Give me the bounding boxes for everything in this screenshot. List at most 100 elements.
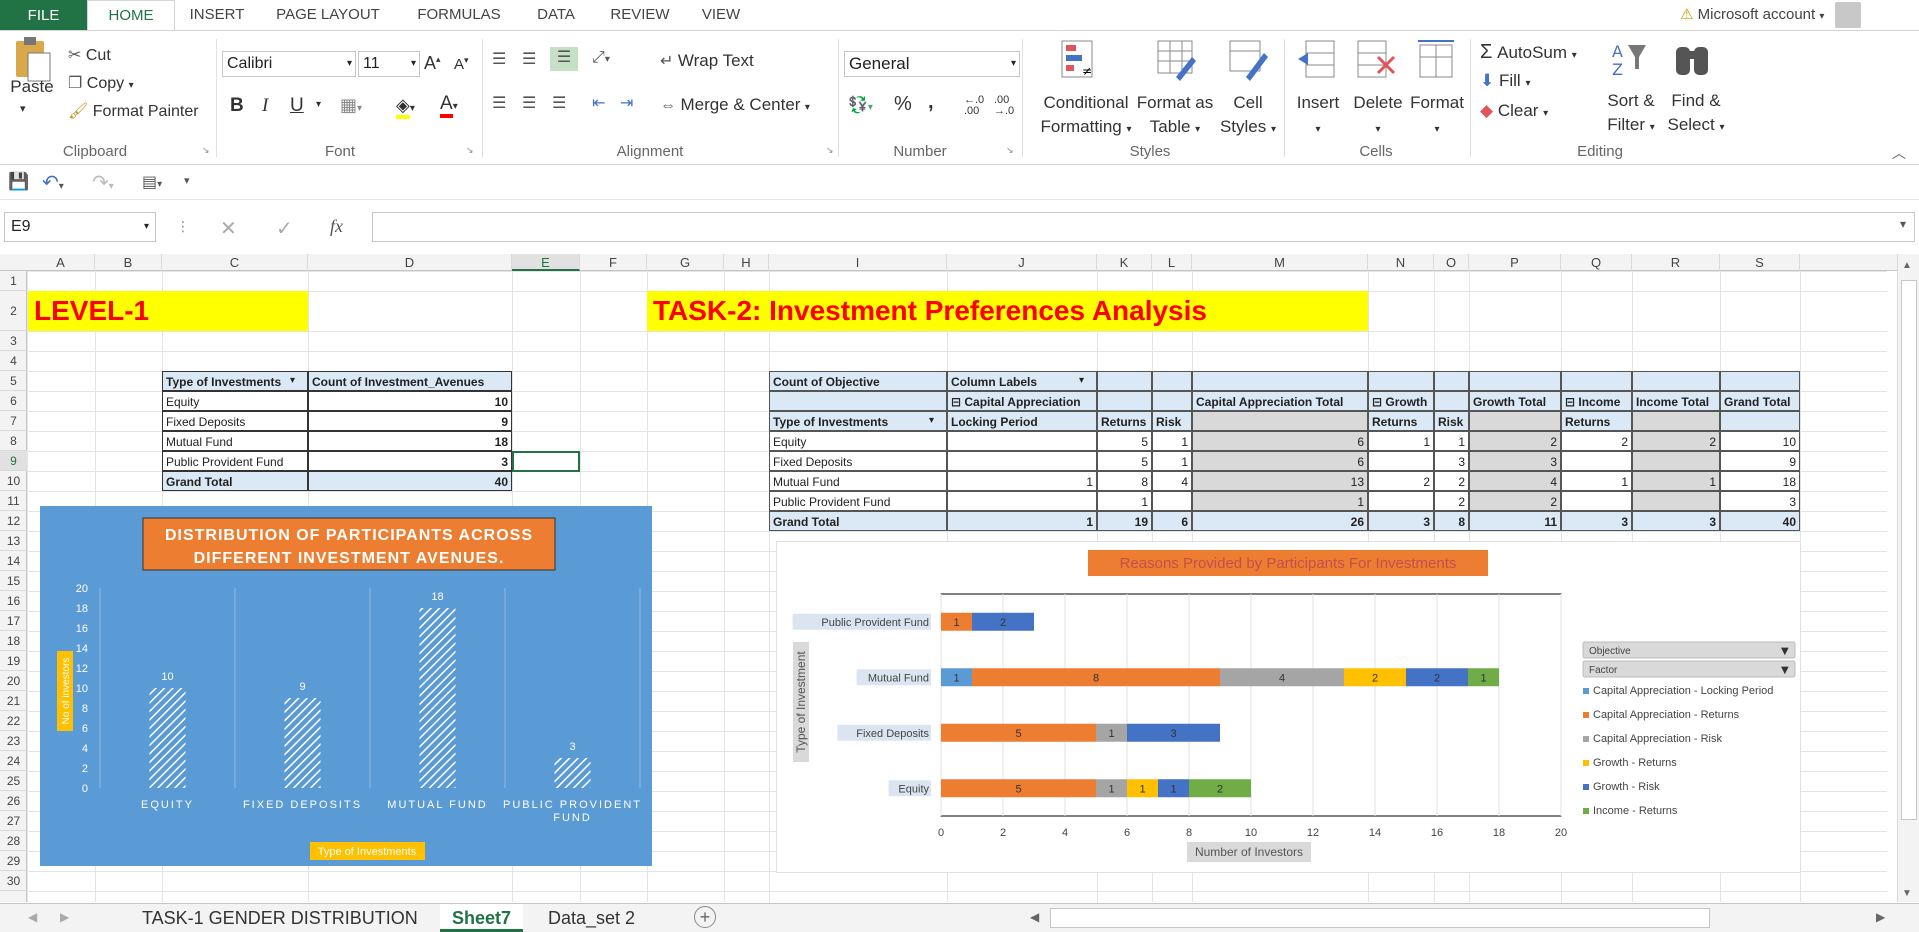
pivot2-cell[interactable] [1192, 411, 1368, 431]
column-header-s[interactable]: S [1720, 254, 1800, 271]
tab-insert[interactable]: INSERT [175, 0, 259, 30]
pivot2-growth-total[interactable]: Growth Total [1469, 391, 1561, 411]
pivot2-value[interactable] [947, 451, 1097, 471]
pivot2-growth-returns[interactable]: Returns [1368, 411, 1434, 431]
fill-color-button[interactable]: ◈▾ [396, 95, 415, 119]
percent-button[interactable]: % [894, 93, 912, 116]
pivot2-row-label[interactable]: Public Provident Fund [769, 491, 947, 511]
merge-center-button[interactable]: ⇔ Merge & Center ▾ [660, 95, 810, 115]
row-header-7[interactable]: 7 [0, 411, 27, 431]
row-header-21[interactable]: 21 [0, 691, 27, 711]
pivot2-grand-total[interactable]: Grand Total [1720, 391, 1800, 411]
align-middle-icon[interactable]: ☰ [522, 49, 536, 69]
pivot2-value[interactable]: 5 [1097, 431, 1152, 451]
row-header-5[interactable]: 5 [0, 371, 27, 391]
horizontal-scroll-thumb[interactable] [1050, 908, 1710, 928]
pivot2-cap-total[interactable]: Capital Appreciation Total [1192, 391, 1368, 411]
scroll-thumb[interactable] [1901, 280, 1917, 820]
pivot2-value[interactable]: 1 [1434, 431, 1469, 451]
pivot2-value[interactable]: 2 [1469, 491, 1561, 511]
borders-button[interactable]: ▦▾ [340, 95, 362, 116]
pivot2-income[interactable]: ⊟ Income [1561, 391, 1632, 411]
chart-investment-distribution[interactable]: DISTRIBUTION OF PARTICIPANTS ACROSS DIFFE… [40, 506, 652, 866]
row-header-2[interactable]: 2 [0, 291, 27, 331]
pivot2-total-value[interactable]: 3 [1632, 511, 1720, 531]
accounting-format-icon[interactable]: 💱▾ [848, 95, 873, 115]
pivot2-row-label[interactable]: Equity [769, 431, 947, 451]
pivot2-value[interactable]: 2 [1561, 431, 1632, 451]
pivot2-cell[interactable] [1469, 411, 1561, 431]
pivot2-header-blank[interactable] [1368, 371, 1434, 391]
pivot2-value[interactable]: 2 [1469, 431, 1561, 451]
pivot2-cell[interactable] [1097, 391, 1152, 411]
form-icon[interactable]: ▤▾ [142, 172, 162, 192]
sort-filter-button[interactable]: Sort & Filter ▾ [1596, 89, 1666, 140]
pivot1-total-label[interactable]: Grand Total [162, 471, 308, 491]
insert-function-button[interactable]: fx [330, 216, 343, 237]
pivot2-risk[interactable]: Risk [1152, 411, 1192, 431]
prev-sheet-icon[interactable]: ◀ [28, 910, 37, 924]
pivot1-row-value[interactable]: 3 [308, 451, 512, 471]
sheet-tab-sheet7[interactable]: Sheet7 [440, 904, 524, 932]
row-header-1[interactable]: 1 [0, 271, 27, 291]
tab-formulas[interactable]: FORMULAS [406, 0, 512, 30]
row-header-22[interactable]: 22 [0, 711, 27, 731]
pivot2-value[interactable]: 13 [1192, 471, 1368, 491]
pivot2-cell[interactable] [1434, 391, 1469, 411]
row-header-29[interactable]: 29 [0, 851, 27, 871]
column-header-o[interactable]: O [1434, 254, 1469, 271]
pivot1-row-label[interactable]: Mutual Fund [162, 431, 308, 451]
pivot2-header-blank[interactable] [1434, 371, 1469, 391]
pivot2-value[interactable] [1368, 491, 1434, 511]
pivot2-value[interactable]: 2 [1434, 471, 1469, 491]
pivot2-total-value[interactable]: 3 [1561, 511, 1632, 531]
column-header-q[interactable]: Q [1561, 254, 1632, 271]
row-header-4[interactable]: 4 [0, 351, 27, 371]
column-header-g[interactable]: G [647, 254, 724, 271]
row-header-18[interactable]: 18 [0, 631, 27, 651]
pivot2-value[interactable]: 1 [1097, 491, 1152, 511]
pivot2-value[interactable]: 6 [1192, 431, 1368, 451]
wrap-text-button[interactable]: ↵ Wrap Text [660, 51, 754, 71]
pivot1-total-value[interactable]: 40 [308, 471, 512, 491]
pivot2-value[interactable]: 1 [1152, 451, 1192, 471]
pivot2-value[interactable] [1152, 491, 1192, 511]
dialog-launcher-icon[interactable]: ↘ [466, 145, 474, 156]
column-header-i[interactable]: I [769, 254, 947, 271]
autosum-button[interactable]: Σ AutoSum ▾ [1480, 41, 1577, 64]
align-top-icon[interactable]: ☰ [492, 49, 506, 69]
pivot2-value[interactable]: 1 [1368, 431, 1434, 451]
row-header-23[interactable]: 23 [0, 731, 27, 751]
pivot2-header-blank[interactable] [1152, 371, 1192, 391]
font-color-button[interactable]: A▾ [440, 93, 458, 118]
increase-indent-icon[interactable]: ⇥ [620, 93, 633, 113]
scroll-up-icon[interactable]: ▲ [1902, 260, 1912, 271]
row-header-14[interactable]: 14 [0, 551, 27, 571]
copy-button[interactable]: ❐ Copy ▾ [68, 73, 134, 93]
cell-styles-button[interactable]: Cell Styles ▾ [1218, 91, 1278, 142]
column-header-c[interactable]: C [162, 254, 308, 271]
row-header-24[interactable]: 24 [0, 751, 27, 771]
row-header-20[interactable]: 20 [0, 671, 27, 691]
customize-toolbar-icon[interactable]: ▾ [184, 174, 190, 187]
row-header-19[interactable]: 19 [0, 651, 27, 671]
pivot2-value[interactable] [947, 431, 1097, 451]
pivot2-cell[interactable] [1632, 411, 1720, 431]
pivot1-row-value[interactable]: 18 [308, 431, 512, 451]
align-bottom-icon[interactable]: ☰ [550, 47, 578, 71]
row-header-9[interactable]: 9 [0, 451, 27, 471]
column-header-n[interactable]: N [1368, 254, 1434, 271]
pivot2-value[interactable]: 3 [1434, 451, 1469, 471]
tab-view[interactable]: VIEW [692, 0, 750, 30]
tab-page-layout[interactable]: PAGE LAYOUT [262, 0, 394, 30]
pivot2-header-blank[interactable] [1469, 371, 1561, 391]
font-size-select[interactable]: 11 ▾ [358, 51, 420, 77]
pivot2-header-blank[interactable] [1632, 371, 1720, 391]
cancel-icon[interactable]: ✕ [220, 216, 237, 241]
pivot1-row-label[interactable]: Fixed Deposits [162, 411, 308, 431]
row-header-30[interactable]: 30 [0, 871, 27, 891]
pivot2-value[interactable]: 10 [1720, 431, 1800, 451]
pivot2-growth[interactable]: ⊟ Growth [1368, 391, 1434, 411]
pivot2-header-blank[interactable] [1561, 371, 1632, 391]
pivot2-total-value[interactable]: 3 [1368, 511, 1434, 531]
